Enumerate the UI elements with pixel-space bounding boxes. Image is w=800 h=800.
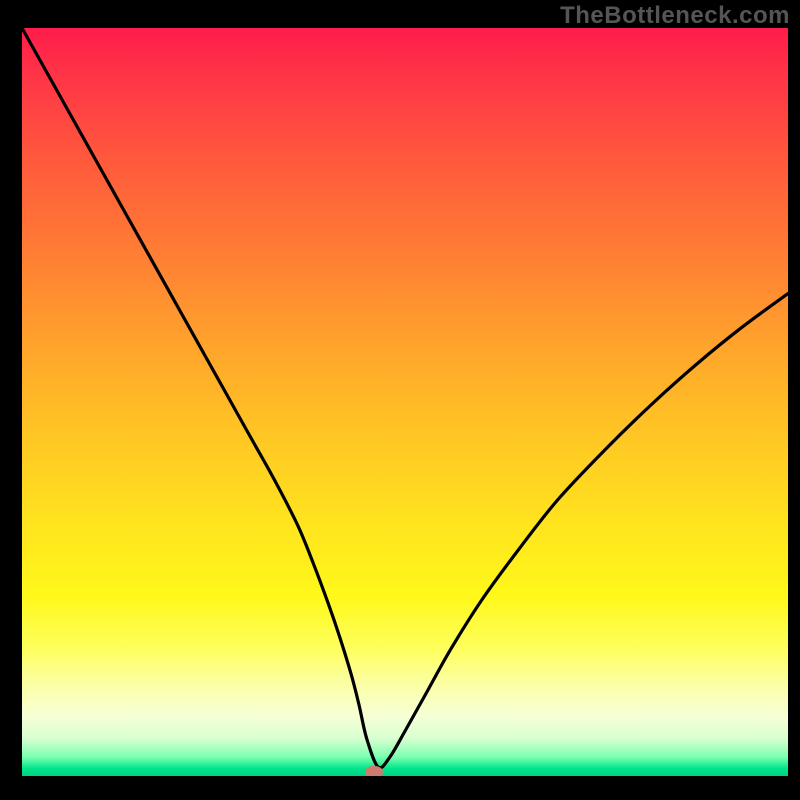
plot-area: [22, 28, 788, 776]
bottleneck-curve: [22, 28, 788, 768]
curve-svg: [22, 28, 788, 776]
chart-frame: TheBottleneck.com: [0, 0, 800, 800]
optimum-marker: [365, 766, 383, 777]
watermark-text: TheBottleneck.com: [560, 2, 790, 30]
